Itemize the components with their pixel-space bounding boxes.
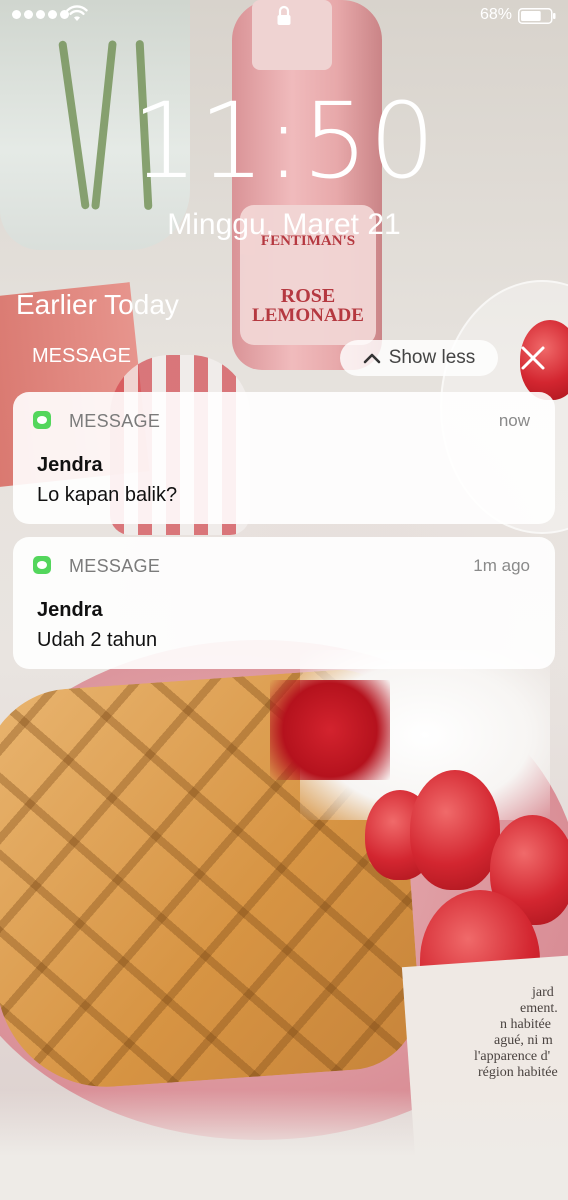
notification-app-name: MESSAGE [69, 556, 161, 576]
close-icon[interactable] [518, 343, 548, 373]
paper-line: ement. [520, 1001, 558, 1016]
show-less-label: Show less [388, 347, 476, 368]
paper-line: n habitée [500, 1017, 551, 1032]
lock-screen-date: Minggu, Maret 21 [167, 208, 401, 241]
battery-percent: 68% [480, 6, 513, 23]
paper-line: agué, ni m [494, 1033, 553, 1048]
notifications-section-title: Earlier Today [16, 289, 179, 320]
messages-app-icon [33, 556, 51, 574]
bottle-label-line: LEMONADE [252, 305, 364, 326]
signal-dots-icon [12, 10, 69, 19]
show-less-button[interactable]: Show less [340, 340, 498, 376]
notification-sender: Jendra [37, 599, 103, 621]
status-bar: 68% [0, 0, 568, 32]
battery-icon [518, 8, 556, 24]
notification-time: 1m ago [473, 556, 530, 575]
notification-group-label: MESSAGE [32, 345, 131, 367]
notification-sender: Jendra [37, 454, 103, 476]
notification-card[interactable]: MESSAGE now Jendra Lo kapan balik? [13, 392, 555, 524]
chevron-up-icon [363, 353, 380, 364]
wallpaper-strawberry [410, 770, 500, 890]
wifi-icon [66, 5, 88, 21]
paper-line: région habitée [478, 1065, 558, 1080]
notification-time: now [498, 411, 530, 430]
notification-app-name: MESSAGE [69, 411, 161, 431]
lock-icon [277, 5, 291, 25]
lock-screen-clock: 11:50 [131, 80, 437, 202]
messages-app-icon [33, 411, 51, 429]
notification-body: Lo kapan balik? [37, 484, 178, 506]
paper-line: jard [532, 985, 554, 1000]
notification-body: Udah 2 tahun [37, 629, 158, 651]
wallpaper-jam [270, 680, 390, 780]
wallpaper-paper-text: jard ement. n habitée agué, ni m l'appar… [470, 985, 568, 1081]
paper-line: l'apparence d' [474, 1049, 551, 1064]
notification-card[interactable]: MESSAGE 1m ago Jendra Udah 2 tahun [13, 537, 555, 669]
wallpaper-bottom [0, 1090, 568, 1200]
